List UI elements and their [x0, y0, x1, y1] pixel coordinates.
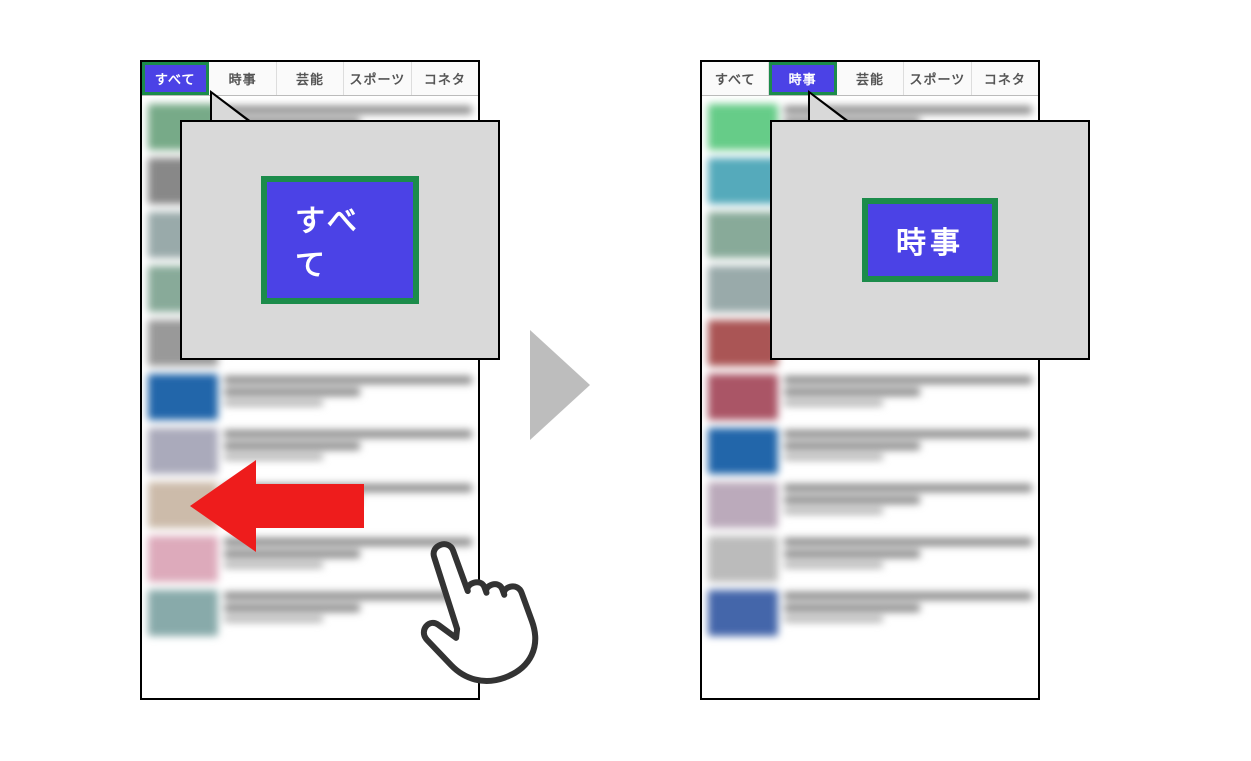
tab-koneta[interactable]: コネタ: [972, 62, 1038, 95]
tab-all[interactable]: すべて: [142, 62, 209, 95]
tab-all[interactable]: すべて: [702, 62, 769, 95]
tab-sports[interactable]: スポーツ: [344, 62, 411, 95]
tab-sports[interactable]: スポーツ: [904, 62, 971, 95]
transition-chevron-icon: [530, 330, 590, 440]
tab-bar: すべて 時事 芸能 スポーツ コネタ: [142, 62, 478, 96]
callout-active-tab-badge: すべて: [261, 176, 419, 304]
tab-koneta[interactable]: コネタ: [412, 62, 478, 95]
swipe-hand-cursor-icon: [380, 510, 580, 710]
callout-active-tab-badge: 時事: [862, 198, 998, 282]
tab-bar: すべて 時事 芸能 スポーツ コネタ: [702, 62, 1038, 96]
callout-after: 時事: [770, 120, 1090, 360]
tab-entertainment[interactable]: 芸能: [277, 62, 344, 95]
callout-before: すべて: [180, 120, 500, 360]
